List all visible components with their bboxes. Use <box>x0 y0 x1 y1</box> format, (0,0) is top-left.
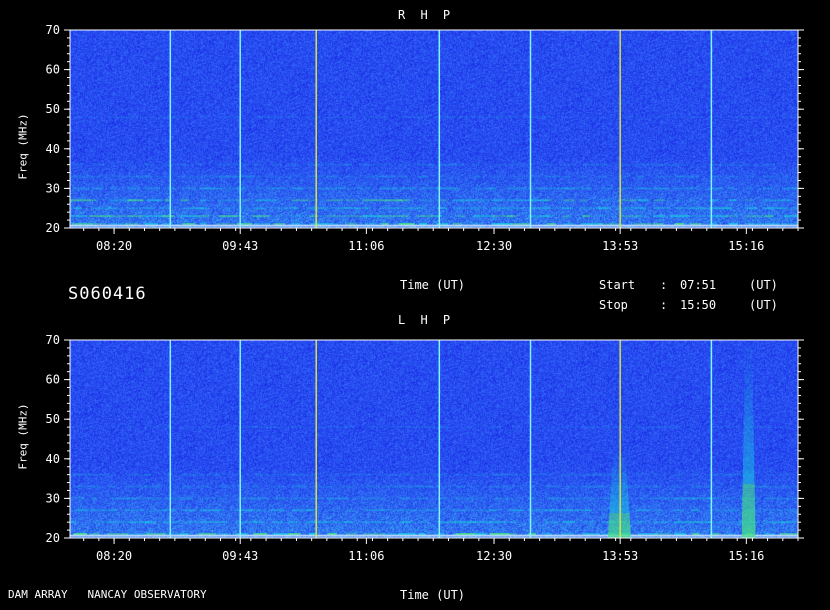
xtick-label-0943: 09:43 <box>222 239 258 253</box>
emission-band-36mhz <box>70 163 788 166</box>
xtick-label-1230: 12:30 <box>476 549 512 563</box>
ytick-label-30: 30 <box>46 491 60 505</box>
xtick-label-1353: 13:53 <box>602 549 638 563</box>
base-emission-line <box>70 224 798 227</box>
xtick-label-0820: 08:20 <box>96 239 132 253</box>
ytick-label-20: 20 <box>46 531 60 545</box>
xtick-label-1106: 11:06 <box>348 549 384 563</box>
emission-band-30mhz <box>72 187 798 190</box>
burst-2 <box>741 347 756 538</box>
ytick-label-50: 50 <box>46 412 60 426</box>
emission-band-36mhz <box>71 473 789 476</box>
ytick-label-60: 60 <box>46 63 60 77</box>
xtick-label-1516: 15:16 <box>728 549 764 563</box>
ytick-label-20: 20 <box>46 221 60 235</box>
ytick-label-70: 70 <box>46 23 60 37</box>
emission-band-48mhz <box>70 426 789 429</box>
ytick-label-70: 70 <box>46 333 60 347</box>
emission-band-48mhz <box>73 116 798 119</box>
emission-band-33mhz <box>70 175 789 178</box>
emission-band-24mhz <box>70 521 796 524</box>
ytick-label-50: 50 <box>46 102 60 116</box>
xtick-label-1106: 11:06 <box>348 239 384 253</box>
emission-band-27mhz <box>73 509 798 512</box>
emission-band-23mhz <box>71 215 798 218</box>
base-emission-line <box>70 534 798 537</box>
burst-1 <box>608 450 631 538</box>
emission-band-33mhz <box>73 485 798 488</box>
xtick-label-1230: 12:30 <box>476 239 512 253</box>
xtick-label-1516: 15:16 <box>728 239 764 253</box>
xtick-label-0943: 09:43 <box>222 549 258 563</box>
plot-frame-1 <box>69 29 799 229</box>
chart-axes: 20 30 40 50 60 70 08:20 09:43 11:06 12:30 13:53 15:… <box>46 23 804 563</box>
ytick-label-60: 60 <box>46 373 60 387</box>
emission-band-30mhz <box>73 497 798 500</box>
ytick-label-30: 30 <box>46 181 60 195</box>
ytick-label-40: 40 <box>46 142 60 156</box>
ytick-label-40: 40 <box>46 452 60 466</box>
emission-band-27mhz <box>70 199 794 202</box>
xtick-label-1353: 13:53 <box>602 239 638 253</box>
xtick-label-0820: 08:20 <box>96 549 132 563</box>
emission-band-25mhz <box>73 207 798 210</box>
plot-frame-2 <box>69 339 799 539</box>
